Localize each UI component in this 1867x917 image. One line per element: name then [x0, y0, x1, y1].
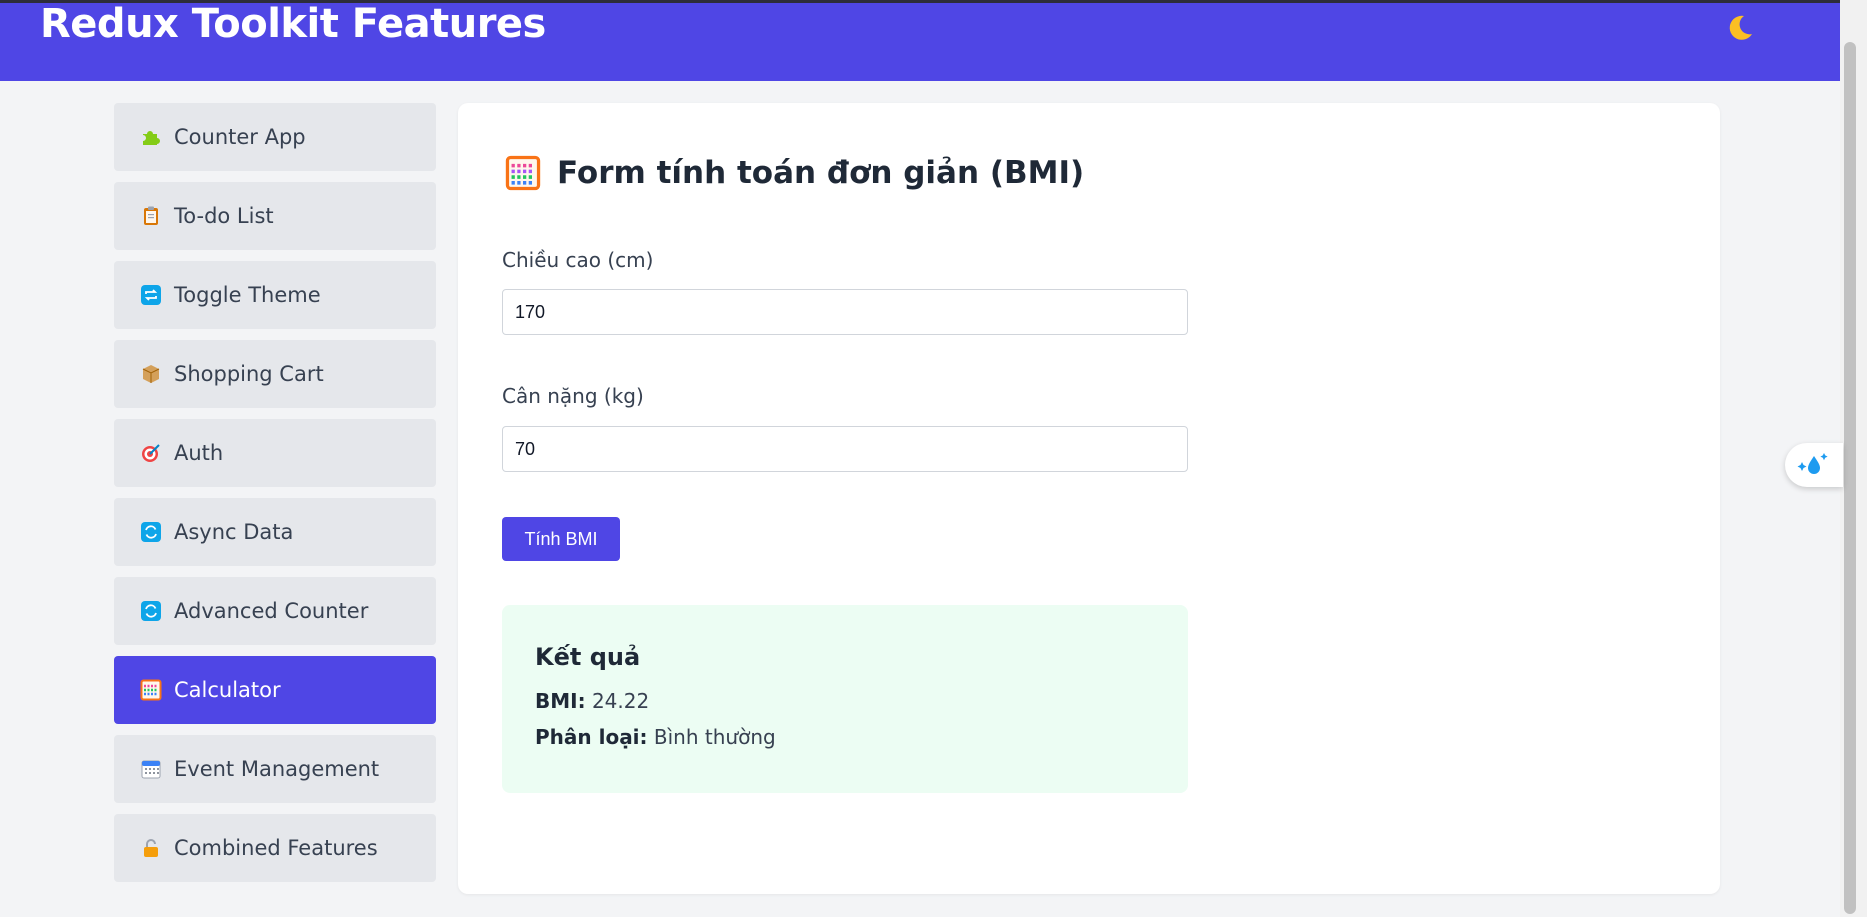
height-label: Chiều cao (cm)	[502, 248, 654, 272]
result-panel: Kết quả BMI: 24.22 Phân loại: Bình thườn…	[502, 605, 1188, 793]
sidebar-item-counter-app[interactable]: Counter App	[114, 103, 436, 171]
target-icon	[140, 442, 162, 464]
app-title: Redux Toolkit Features	[40, 1, 546, 47]
sidebar-item-async-data[interactable]: Async Data	[114, 498, 436, 566]
lock-icon	[140, 837, 162, 859]
sidebar-item-label: Calculator	[174, 678, 281, 702]
bmi-label: BMI:	[535, 689, 586, 713]
app-header: Redux Toolkit Features	[0, 0, 1840, 81]
sidebar-item-shopping-cart[interactable]: Shopping Cart	[114, 340, 436, 408]
sidebar-item-label: Combined Features	[174, 836, 378, 860]
height-input[interactable]	[502, 289, 1188, 335]
abacus-icon	[140, 679, 162, 701]
moon-icon	[1729, 15, 1752, 40]
sidebar-item-label: Auth	[174, 441, 224, 465]
sidebar-item-combined-features[interactable]: Combined Features	[114, 814, 436, 882]
bmi-result-line: BMI: 24.22	[535, 683, 1155, 719]
sparkle-droplet-icon	[1797, 453, 1828, 474]
theme-toggle-button[interactable]	[1722, 11, 1758, 47]
sidebar-item-label: To-do List	[174, 204, 274, 228]
main-content-card: Form tính toán đơn giản (BMI) Chiều cao …	[458, 103, 1720, 894]
result-title: Kết quả	[535, 643, 641, 671]
repeat-icon	[140, 284, 162, 306]
sidebar-item-label: Counter App	[174, 125, 306, 149]
refresh-icon	[140, 521, 162, 543]
weight-label: Cân nặng (kg)	[502, 384, 644, 408]
sidebar-item-todo-list[interactable]: To-do List	[114, 182, 436, 250]
bmi-value: 24.22	[591, 689, 650, 713]
sidebar-item-label: Toggle Theme	[174, 283, 321, 307]
sidebar-item-toggle-theme[interactable]: Toggle Theme	[114, 261, 436, 329]
sidebar-nav: Counter App To-do List Toggle Theme Shop…	[114, 103, 436, 893]
refresh-icon	[140, 600, 162, 622]
form-heading-text: Form tính toán đơn giản (BMI)	[557, 155, 1085, 191]
weight-input[interactable]	[502, 426, 1188, 472]
sidebar-item-auth[interactable]: Auth	[114, 419, 436, 487]
sidebar-item-event-management[interactable]: Event Management	[114, 735, 436, 803]
scrollbar-thumb[interactable]	[1844, 42, 1856, 914]
sidebar-item-label: Shopping Cart	[174, 362, 324, 386]
category-result-line: Phân loại: Bình thường	[535, 719, 1155, 755]
sidebar-item-label: Event Management	[174, 757, 380, 781]
abacus-icon	[505, 155, 541, 191]
category-label: Phân loại:	[535, 725, 648, 749]
category-value: Bình thường	[653, 725, 776, 749]
puzzle-icon	[140, 126, 162, 148]
form-heading: Form tính toán đơn giản (BMI)	[505, 155, 1084, 191]
package-icon	[140, 363, 162, 385]
sidebar-item-label: Async Data	[174, 520, 294, 544]
clipboard-icon	[140, 205, 162, 227]
calculate-bmi-button[interactable]: Tính BMI	[502, 517, 620, 561]
floating-assistant-button[interactable]	[1785, 443, 1843, 487]
sidebar-item-calculator[interactable]: Calculator	[114, 656, 436, 724]
calendar-icon	[140, 758, 162, 780]
sidebar-item-advanced-counter[interactable]: Advanced Counter	[114, 577, 436, 645]
sidebar-item-label: Advanced Counter	[174, 599, 369, 623]
